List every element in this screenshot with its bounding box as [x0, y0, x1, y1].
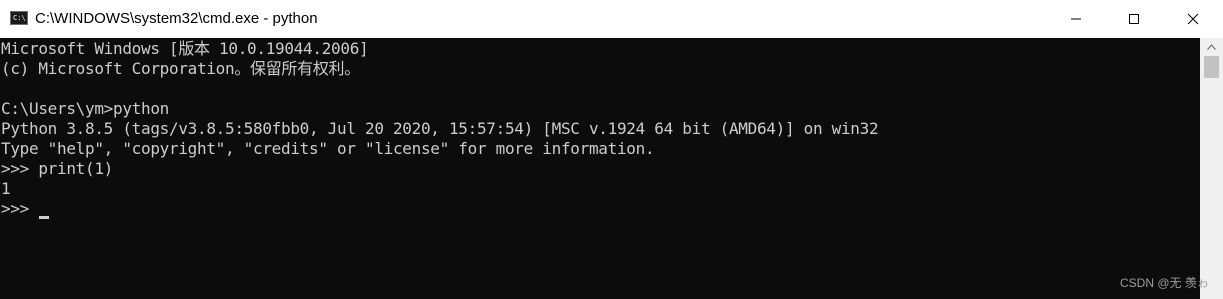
close-icon — [1187, 13, 1199, 25]
console-output[interactable]: Microsoft Windows [版本 10.0.19044.2006] (… — [0, 38, 1200, 299]
chevron-up-icon — [1207, 43, 1216, 50]
maximize-button[interactable] — [1105, 0, 1163, 38]
scroll-up-button[interactable] — [1200, 38, 1223, 55]
console-line: Python 3.8.5 (tags/v3.8.5:580fbb0, Jul 2… — [1, 119, 879, 138]
maximize-icon — [1129, 14, 1139, 24]
watermark: CSDN @无 羡ゎ — [1120, 276, 1209, 290]
console-line: C:\Users\ym>python — [1, 99, 169, 118]
scrollbar-thumb[interactable] — [1204, 56, 1219, 78]
console-line: Microsoft Windows [版本 10.0.19044.2006] — [1, 39, 369, 58]
console-prompt-line[interactable]: >>> — [1, 199, 50, 219]
minimize-icon — [1071, 18, 1081, 20]
minimize-button[interactable] — [1047, 0, 1105, 38]
console-line: >>> print(1) — [1, 159, 113, 178]
console-line: 1 — [1, 179, 11, 198]
window-title: C:\WINDOWS\system32\cmd.exe - python — [35, 10, 318, 27]
prompt-text: >>> — [1, 199, 39, 218]
vertical-scrollbar[interactable] — [1200, 38, 1223, 299]
console-line: (c) Microsoft Corporation。保留所有权利。 — [1, 59, 360, 78]
console-line: Type "help", "copyright", "credits" or "… — [1, 139, 655, 158]
close-button[interactable] — [1163, 0, 1223, 38]
cmd-icon: C:\ — [10, 11, 28, 25]
text-cursor — [39, 216, 50, 219]
title-bar[interactable]: C:\ C:\WINDOWS\system32\cmd.exe - python — [0, 0, 1223, 38]
